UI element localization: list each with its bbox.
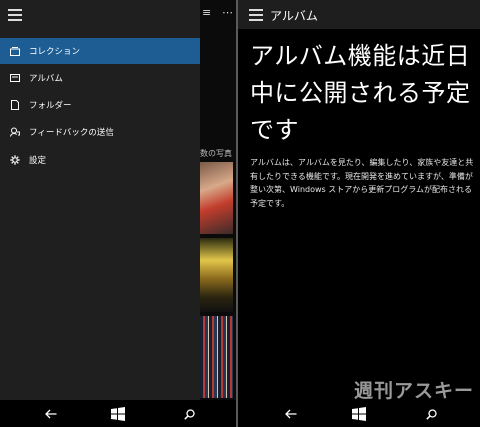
nav-item-album[interactable]: アルバム (0, 65, 200, 91)
photo-thumbnail[interactable] (200, 162, 233, 234)
feedback-icon (10, 127, 20, 137)
system-navigation-bar (238, 400, 480, 427)
folder-icon (10, 100, 20, 110)
search-icon[interactable] (182, 407, 196, 421)
background-menu-glyph: ≡ (202, 6, 212, 19)
nav-item-collection[interactable]: コレクション (0, 38, 200, 64)
more-options-icon[interactable]: ⋯ (222, 6, 233, 19)
nav-item-label: アルバム (29, 74, 63, 84)
collection-icon (10, 46, 20, 56)
back-arrow-icon[interactable] (284, 407, 298, 421)
page-title: アルバム (270, 9, 318, 23)
nav-item-label: フォルダー (29, 101, 72, 111)
navigation-pane: コレクション アルバム フォルダー フィードバックの送信 設定 (0, 0, 200, 400)
back-arrow-icon[interactable] (44, 407, 58, 421)
hamburger-menu-icon[interactable] (249, 9, 263, 21)
right-phone-screen: アルバム アルバム機能は近日中に公開される予定です アルバムは、アルバムを見たり… (238, 0, 480, 427)
photo-thumbnail[interactable] (200, 316, 233, 398)
system-navigation-bar (0, 400, 236, 427)
photo-thumbnail[interactable] (200, 238, 233, 312)
nav-item-label: コレクション (29, 47, 81, 57)
nav-item-folder[interactable]: フォルダー (0, 92, 200, 118)
album-icon (10, 73, 20, 83)
windows-start-icon[interactable] (352, 407, 366, 421)
coming-soon-description: アルバムは、アルバムを見たり、編集したり、家族や友達と共有したりできる機能です。… (250, 158, 474, 208)
search-icon[interactable] (424, 407, 438, 421)
coming-soon-headline: アルバム機能は近日中に公開される予定です (250, 42, 471, 144)
nav-item-feedback[interactable]: フィードバックの送信 (0, 119, 200, 145)
hamburger-menu-icon[interactable] (8, 9, 22, 21)
left-phone-screen: ≡ ⋯ 数の写真 コレクション アルバム フォルダー フィードバックの送信 設定 (0, 0, 236, 427)
nav-item-label: フィードバックの送信 (29, 128, 114, 138)
gear-icon (10, 155, 20, 165)
app-header: アルバム (238, 0, 480, 29)
nav-item-label: 設定 (29, 156, 47, 166)
windows-start-icon[interactable] (111, 407, 125, 421)
photo-section-label: 数の写真 (200, 149, 232, 158)
nav-item-settings[interactable]: 設定 (0, 147, 200, 173)
photos-app-background: ≡ ⋯ 数の写真 (200, 0, 236, 400)
publisher-watermark: 週刊アスキー (353, 380, 474, 402)
